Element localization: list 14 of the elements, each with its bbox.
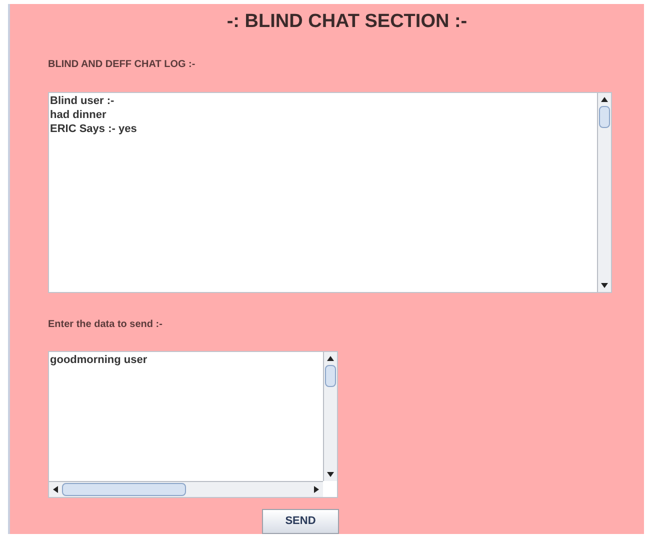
chat-message: ERIC Says :- yes (50, 122, 138, 136)
horizontal-scrollbar[interactable] (49, 480, 323, 496)
scroll-thumb[interactable] (325, 364, 336, 386)
send-button[interactable]: SEND (262, 508, 339, 534)
vertical-scrollbar[interactable] (323, 352, 337, 480)
scroll-thumb[interactable] (599, 106, 610, 128)
window-title: -: BLIND CHAT SECTION :- (226, 10, 468, 34)
message-input-field[interactable]: goodmorning user (48, 350, 338, 498)
chat-message: Blind user :- (50, 94, 116, 108)
scroll-thumb[interactable] (62, 482, 186, 496)
vertical-scrollbar[interactable] (597, 92, 611, 292)
chat-message: had dinner (50, 108, 108, 122)
message-label: Enter the data to send :- (48, 318, 164, 332)
chat-log-label: BLIND AND DEFF CHAT LOG :- (48, 58, 196, 72)
